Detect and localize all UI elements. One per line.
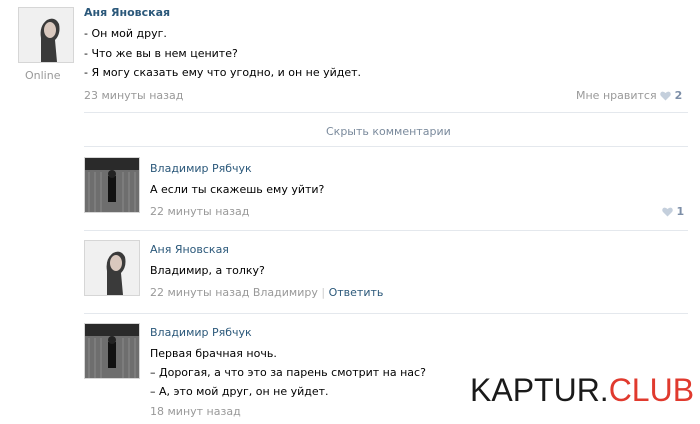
post-line-3: - Я могу сказать ему что угодно, и он не… bbox=[84, 66, 362, 79]
comment-time[interactable]: 18 минут назад bbox=[150, 405, 241, 418]
avatar-anya[interactable] bbox=[18, 7, 74, 63]
divider bbox=[84, 112, 688, 113]
avatar-image bbox=[85, 324, 139, 378]
avatar-vladimir[interactable] bbox=[84, 157, 140, 213]
post-time[interactable]: 23 минуты назад bbox=[84, 89, 183, 102]
like-label: Мне нравится bbox=[576, 89, 657, 102]
heart-icon bbox=[660, 91, 671, 101]
like-count: 1 bbox=[676, 205, 685, 218]
comment-author[interactable]: Владимир Рябчук bbox=[150, 159, 252, 179]
avatar-anya[interactable] bbox=[84, 240, 140, 296]
comment-time[interactable]: 22 минуты назад Владимиру bbox=[150, 286, 318, 299]
reply-link[interactable]: Ответить bbox=[329, 286, 384, 299]
watermark-part-1: KAPTUR. bbox=[470, 372, 609, 408]
like-count: 2 bbox=[674, 89, 683, 102]
comment-like-button[interactable]: 1 bbox=[662, 205, 684, 218]
divider bbox=[84, 230, 688, 231]
avatar-image bbox=[85, 158, 139, 212]
comment-author[interactable]: Владимир Рябчук bbox=[150, 323, 252, 343]
watermark-part-2: CLUB bbox=[608, 372, 695, 408]
comment-line-1: Первая брачная ночь. bbox=[150, 347, 277, 360]
heart-icon bbox=[662, 207, 673, 217]
avatar-image bbox=[85, 241, 139, 295]
hide-comments-link[interactable]: Скрыть комментарии bbox=[326, 125, 451, 138]
meta-divider: | bbox=[321, 286, 326, 299]
comment-text: А если ты скажешь ему уйти? bbox=[150, 183, 325, 196]
comment-time[interactable]: 22 минуты назад bbox=[150, 205, 249, 218]
comment-line-2: – Дорогая, а что это за парень смотрит н… bbox=[150, 366, 426, 379]
avatar-image bbox=[19, 8, 73, 62]
watermark-logo: KAPTUR.CLUB bbox=[470, 372, 694, 409]
comment-author[interactable]: Аня Яновская bbox=[150, 240, 229, 260]
divider bbox=[84, 146, 688, 147]
post-line-1: - Он мой друг. bbox=[84, 27, 167, 40]
like-button[interactable]: Мне нравится 2 bbox=[576, 89, 682, 102]
post-line-2: - Что же вы в нем цените? bbox=[84, 47, 238, 60]
comment-meta: 22 минуты назад Владимиру | Ответить bbox=[150, 286, 383, 299]
divider bbox=[84, 313, 688, 314]
avatar-vladimir[interactable] bbox=[84, 323, 140, 379]
comment-line-3: – А, это мой друг, он не уйдет. bbox=[150, 385, 329, 398]
online-status: Online bbox=[25, 69, 61, 82]
post-author[interactable]: Аня Яновская bbox=[84, 3, 170, 23]
comment-text: Владимир, а толку? bbox=[150, 264, 265, 277]
